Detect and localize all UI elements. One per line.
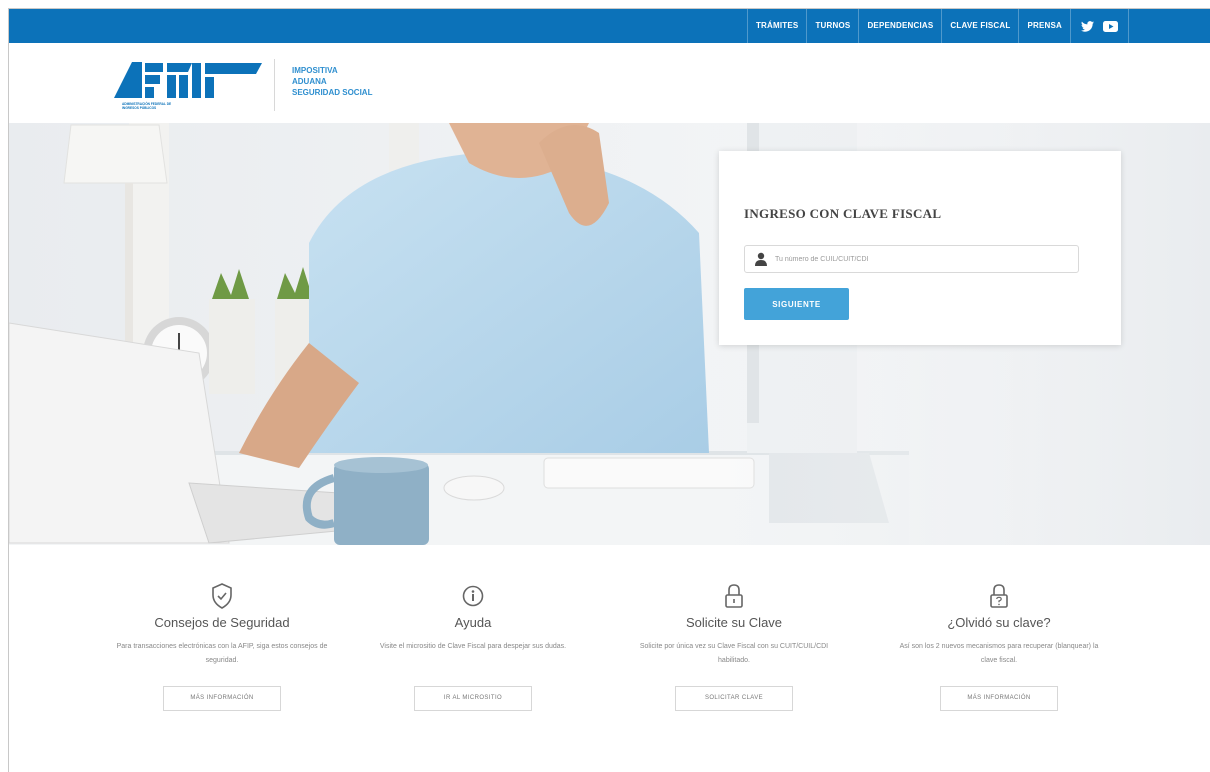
svg-text:INGRESOS PÚBLICOS: INGRESOS PÚBLICOS (122, 105, 156, 110)
youtube-icon[interactable] (1103, 20, 1118, 32)
more-info-button[interactable]: MÁS INFORMACIÓN (163, 686, 281, 711)
user-icon (755, 252, 767, 266)
afip-logo[interactable]: ADMINISTRACIÓN FEDERAL DE INGRESOS PÚBLI… (112, 58, 262, 112)
site-header: ADMINISTRACIÓN FEDERAL DE INGRESOS PÚBLI… (9, 43, 1210, 123)
nav-clave-fiscal[interactable]: CLAVE FISCAL (941, 9, 1018, 43)
feature-request-key: Solicite su Clave Solicite por única vez… (609, 545, 859, 711)
request-key-button[interactable]: SOLICITAR CLAVE (675, 686, 793, 711)
info-icon (462, 585, 484, 607)
tagline-aduana: ADUANA (292, 77, 327, 86)
tagline-seguridad-social: SEGURIDAD SOCIAL (292, 88, 373, 97)
tagline: IMPOSITIVA ADUANA SEGURIDAD SOCIAL (292, 65, 372, 98)
feature-title: ¿Olvidó su clave? (947, 615, 1051, 630)
cuit-input[interactable] (775, 250, 1070, 268)
padlock-question-icon (990, 584, 1008, 608)
logo-divider (274, 59, 275, 111)
shield-check-icon (212, 583, 232, 609)
features-section: Consejos de Seguridad Para transacciones… (9, 545, 1210, 772)
feature-title: Solicite su Clave (685, 615, 783, 630)
next-button[interactable]: SIGUIENTE (744, 288, 849, 320)
feature-title: Consejos de Seguridad (154, 615, 290, 630)
social-links (1070, 9, 1129, 43)
nav-turnos[interactable]: TURNOS (806, 9, 858, 43)
feature-help: Ayuda Visite el micrositio de Clave Fisc… (348, 545, 598, 711)
feature-description: Visite el micrositio de Clave Fiscal par… (379, 643, 567, 650)
top-nav: TRÁMITES TURNOS DEPENDENCIAS CLAVE FISCA… (746, 9, 1129, 43)
feature-description: Así son los 2 nuevos mecanismos para rec… (899, 643, 1099, 664)
padlock-icon (725, 584, 743, 608)
hero-banner: INGRESO CON CLAVE FISCAL SIGUIENTE (9, 123, 1210, 545)
twitter-icon[interactable] (1081, 20, 1094, 32)
tagline-impositiva: IMPOSITIVA (292, 66, 338, 75)
login-title: INGRESO CON CLAVE FISCAL (744, 206, 942, 221)
page-frame: TRÁMITES TURNOS DEPENDENCIAS CLAVE FISCA… (8, 8, 1210, 772)
nav-dependencias[interactable]: DEPENDENCIAS (858, 9, 941, 43)
top-bar: TRÁMITES TURNOS DEPENDENCIAS CLAVE FISCA… (9, 9, 1210, 43)
feature-security-tips: Consejos de Seguridad Para transacciones… (97, 545, 347, 711)
feature-title: Ayuda (454, 615, 492, 630)
cuit-input-wrapper[interactable] (744, 245, 1079, 273)
more-info-button[interactable]: MÁS INFORMACIÓN (940, 686, 1058, 711)
feature-description: Solicite por única vez su Clave Fiscal c… (639, 643, 829, 664)
nav-prensa[interactable]: PRENSA (1018, 9, 1070, 43)
login-card: INGRESO CON CLAVE FISCAL SIGUIENTE (719, 151, 1121, 345)
microsite-button[interactable]: IR AL MICROSITIO (414, 686, 532, 711)
feature-description: Para transacciones electrónicas con la A… (116, 643, 328, 664)
nav-tramites[interactable]: TRÁMITES (746, 9, 807, 43)
feature-forgot-key: ¿Olvidó su clave? Así son los 2 nuevos m… (874, 545, 1124, 711)
